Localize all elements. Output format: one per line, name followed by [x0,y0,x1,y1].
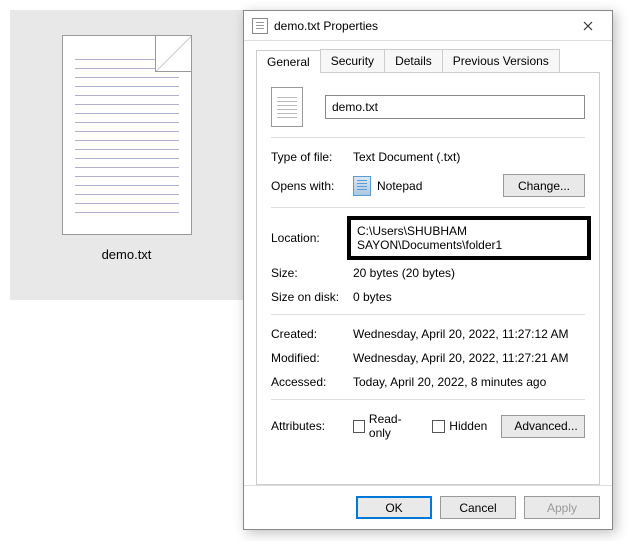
filename-input[interactable] [325,95,585,119]
titlebar[interactable]: demo.txt Properties [244,11,612,41]
attributes-label: Attributes: [271,419,353,433]
notepad-icon [353,176,371,196]
tab-security[interactable]: Security [320,49,385,72]
hidden-checkbox-label: Hidden [449,419,487,433]
file-label[interactable]: demo.txt [102,247,152,262]
size-on-disk-label: Size on disk: [271,290,353,304]
accessed-label: Accessed: [271,375,353,389]
document-icon [252,18,268,34]
size-label: Size: [271,266,353,280]
document-icon [271,87,303,127]
readonly-checkbox[interactable]: Read-only [353,412,418,440]
created-value: Wednesday, April 20, 2022, 11:27:12 AM [353,327,585,341]
hidden-checkbox[interactable]: Hidden [432,419,487,433]
type-of-file-label: Type of file: [271,150,353,164]
tab-previous-versions[interactable]: Previous Versions [442,49,560,72]
type-of-file-value: Text Document (.txt) [353,150,585,164]
opens-with-label: Opens with: [271,179,353,193]
tab-details[interactable]: Details [384,49,443,72]
modified-label: Modified: [271,351,353,365]
dialog-title: demo.txt Properties [274,19,568,33]
tab-panel-general: Type of file: Text Document (.txt) Opens… [256,73,600,485]
location-value: C:\Users\SHUBHAM SAYON\Documents\folder1 [347,216,591,260]
accessed-value: Today, April 20, 2022, 8 minutes ago [353,375,585,389]
properties-dialog: demo.txt Properties General Security Det… [243,10,613,530]
ok-button[interactable]: OK [356,496,432,519]
tab-general[interactable]: General [256,50,321,73]
location-label: Location: [271,231,353,245]
tab-bar: General Security Details Previous Versio… [256,49,600,73]
opens-with-value: Notepad [377,179,422,193]
change-button[interactable]: Change... [503,174,585,197]
advanced-button[interactable]: Advanced... [501,415,585,438]
created-label: Created: [271,327,353,341]
readonly-checkbox-label: Read-only [369,412,418,440]
dialog-footer: OK Cancel Apply [244,485,612,529]
close-button[interactable] [568,12,608,40]
desktop-background: demo.txt [10,10,243,300]
cancel-button[interactable]: Cancel [440,496,516,519]
size-value: 20 bytes (20 bytes) [353,266,585,280]
modified-value: Wednesday, April 20, 2022, 11:27:21 AM [353,351,585,365]
apply-button[interactable]: Apply [524,496,600,519]
size-on-disk-value: 0 bytes [353,290,585,304]
file-icon[interactable] [62,35,192,235]
